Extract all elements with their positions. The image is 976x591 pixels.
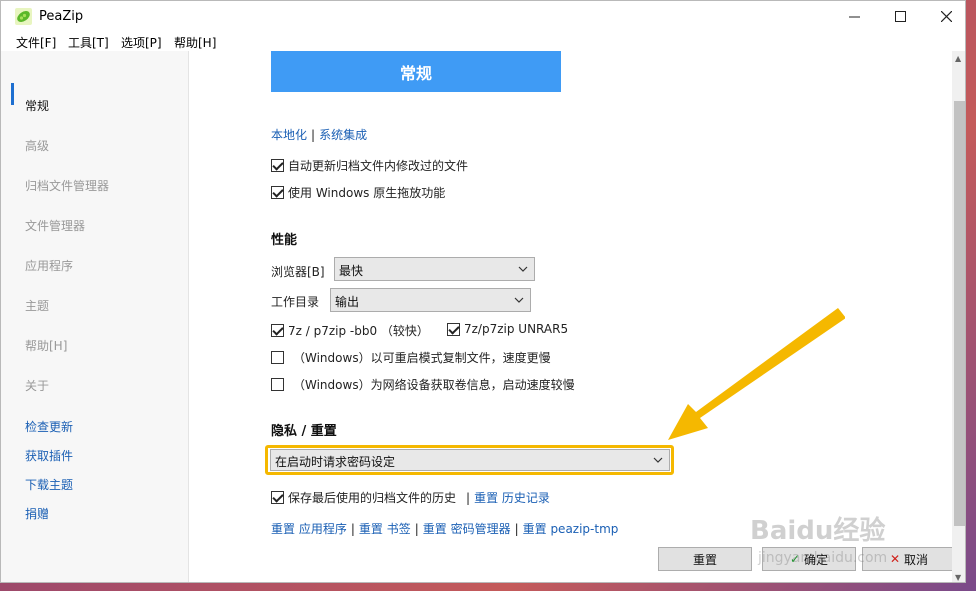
reset-separator: | [514,521,519,536]
reset-history-link[interactable]: 重置 历史记录 [474,489,550,506]
reset-button-label: 重置 [692,552,717,567]
network-volume-row[interactable]: （Windows）为网络设备获取卷信息，启动速度较慢 [271,376,575,393]
close-button[interactable] [923,1,965,32]
close-icon [940,11,952,22]
sidebar-item-archive-manager[interactable]: 归档文件管理器 [25,177,109,194]
sidebar-item-file-manager[interactable]: 文件管理器 [25,217,85,234]
workdir-select[interactable]: 输出 [330,288,531,312]
menu-tools[interactable]: 工具[T] [68,34,109,51]
7z-fast-checkbox[interactable] [271,324,284,337]
reset-password-manager-link[interactable]: 重置 密码管理器 [423,520,511,537]
minimize-button[interactable] [831,1,877,32]
menu-help[interactable]: 帮助[H] [174,34,216,51]
restartable-copy-row[interactable]: （Windows）以可重启模式复制文件，速度更慢 [271,349,551,366]
restartable-copy-label: （Windows）以可重启模式复制文件，速度更慢 [293,351,551,365]
reset-button[interactable]: 重置 [658,547,752,571]
reset-separator: | [414,521,419,536]
maximize-button[interactable] [877,1,923,32]
browser-select[interactable]: 最快 [334,257,535,281]
sidebar-item-applications[interactable]: 应用程序 [25,257,73,274]
menu-bar: 文件[F] 工具[T] 选项[P] 帮助[H] [1,32,965,51]
menu-options[interactable]: 选项[P] [121,34,162,51]
sidebar-item-about[interactable]: 关于 [25,377,49,394]
auto-update-label: 自动更新归档文件内修改过的文件 [288,159,469,173]
history-label: 保存最后使用的归档文件的历史 [288,491,457,505]
top-links-row: 本地化 | 系统集成 [271,126,367,143]
auto-update-row[interactable]: 自动更新归档文件内修改过的文件 [271,157,468,174]
unrar5-row[interactable]: 7z/p7zip UNRAR5 [447,322,568,336]
maximize-icon [894,11,906,22]
localization-link[interactable]: 本地化 [271,126,307,143]
sidebar-item-themes[interactable]: 主题 [25,297,49,314]
check-updates-link[interactable]: 检查更新 [25,418,73,435]
reset-applications-link[interactable]: 重置 应用程序 [271,520,347,537]
reset-bookmarks-link[interactable]: 重置 书签 [359,520,411,537]
network-volume-checkbox[interactable] [271,378,284,391]
chevron-down-icon [514,297,524,303]
native-dragdrop-label: 使用 Windows 原生拖放功能 [288,186,446,200]
sidebar-item-help[interactable]: 帮助[H] [25,337,67,354]
performance-section-title: 性能 [271,233,298,248]
native-dragdrop-row[interactable]: 使用 Windows 原生拖放功能 [271,184,445,201]
scroll-up-icon[interactable]: ▲ [955,54,961,63]
workdir-label: 工作目录 [271,295,320,309]
native-dragdrop-checkbox[interactable] [271,186,284,199]
restartable-copy-checkbox[interactable] [271,351,284,364]
network-volume-label: （Windows）为网络设备获取卷信息，启动速度较慢 [293,378,575,392]
vertical-scrollbar[interactable]: ▲ ▼ [952,51,965,582]
get-plugins-link[interactable]: 获取插件 [25,447,73,464]
sidebar-item-general[interactable]: 常规 [25,97,49,114]
cancel-x-icon: ✕ [889,552,901,566]
unrar5-label: 7z/p7zip UNRAR5 [464,322,569,336]
sidebar-item-advanced[interactable]: 高级 [25,137,49,154]
donate-link[interactable]: 捐赠 [25,505,49,522]
unrar5-checkbox[interactable] [447,322,460,336]
7z-fast-row[interactable]: 7z / p7zip -bb0 （较快） [271,322,429,339]
watermark-url: jingyan.baidu.com [758,550,888,566]
history-separator: | [466,490,471,505]
settings-sidebar: 常规 高级 归档文件管理器 文件管理器 应用程序 主题 帮助[H] 关于 检查更… [1,51,189,582]
link-separator: | [311,127,316,142]
cancel-button-label: 取消 [904,552,929,567]
reset-separator: | [350,521,355,536]
annotation-arrow-icon [668,308,845,440]
annotation-highlight-box [265,445,674,475]
privacy-section-title: 隐私 / 重置 [271,424,337,439]
7z-fast-label: 7z / p7zip -bb0 （较快） [288,324,429,338]
scrollbar-thumb[interactable] [954,101,965,526]
download-themes-link[interactable]: 下载主题 [25,476,73,493]
window-title: PeaZip [39,9,84,24]
history-row: 保存最后使用的归档文件的历史 | 重置 历史记录 [271,489,550,506]
page-title: 常规 [271,51,561,92]
scroll-down-icon[interactable]: ▼ [955,573,961,582]
workdir-select-value: 输出 [335,295,360,309]
browser-label: 浏览器[B] [271,265,325,279]
title-bar: PeaZip [1,1,965,32]
active-item-marker [11,83,14,105]
browser-select-value: 最快 [339,264,364,278]
peazip-window: PeaZip 文件[F] 工具[T] 选项[P] 帮助[H] 常规 高级 归档文… [0,0,966,583]
peazip-logo-icon [15,8,32,25]
minimize-icon [848,16,860,18]
reset-peazip-tmp-link[interactable]: 重置 peazip-tmp [523,520,619,537]
reset-links-row: 重置 应用程序 | 重置 书签 | 重置 密码管理器 | 重置 peazip-t… [271,520,618,537]
history-checkbox[interactable] [271,491,284,504]
watermark-logo: Baidu经验 [750,516,886,546]
system-integration-link[interactable]: 系统集成 [319,126,367,143]
menu-file[interactable]: 文件[F] [16,34,56,51]
auto-update-checkbox[interactable] [271,159,284,172]
chevron-down-icon [518,266,528,272]
